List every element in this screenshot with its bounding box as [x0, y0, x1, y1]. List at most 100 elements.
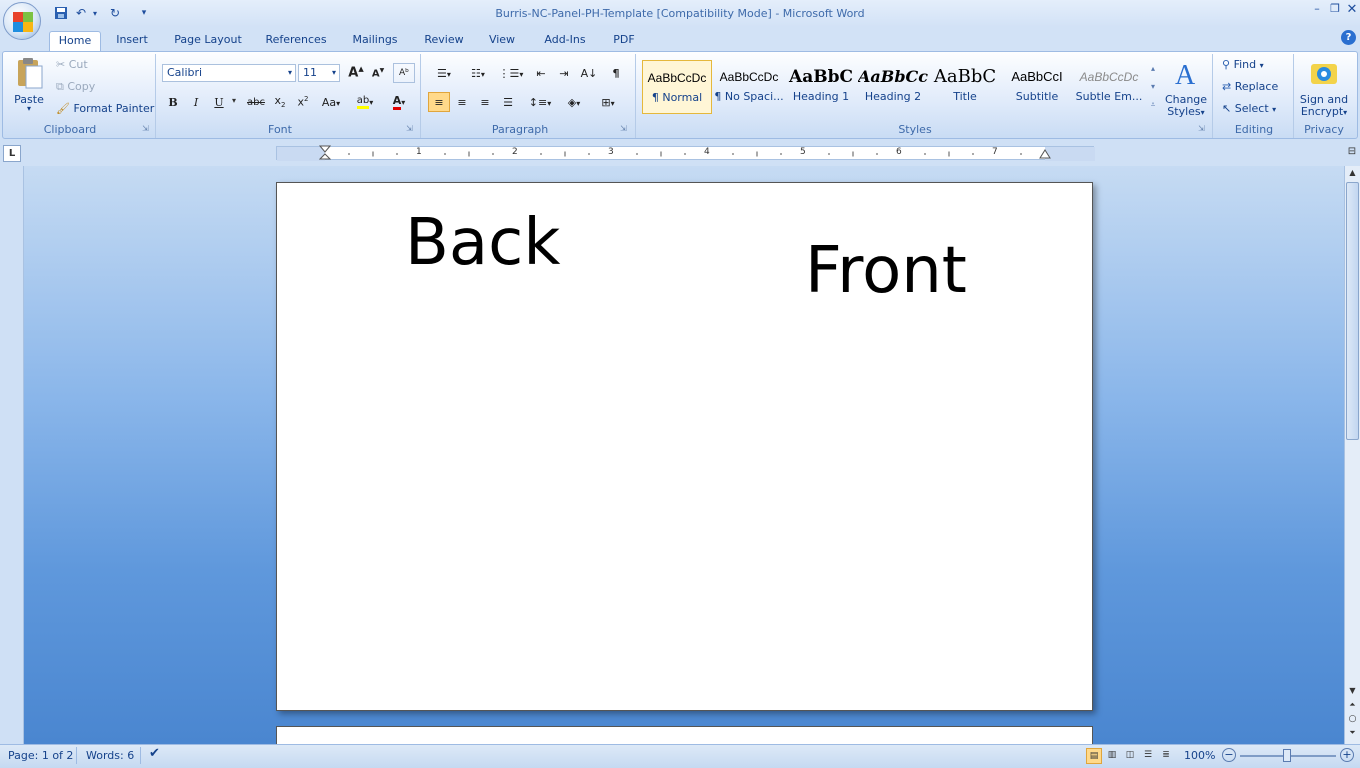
decrease-indent-button[interactable]: ⇤ — [530, 63, 552, 83]
show-hide-button[interactable]: ¶ — [605, 63, 627, 83]
tab-home[interactable]: Home — [49, 31, 101, 51]
increase-indent-button[interactable]: ⇥ — [553, 63, 575, 83]
scroll-down-button[interactable]: ▼ — [1346, 686, 1359, 698]
office-button[interactable] — [3, 2, 41, 40]
styles-gallery-scroll[interactable]: ▴ ▾ ⩡ — [1147, 60, 1159, 114]
style-normal[interactable]: AaBbCcDc ¶ Normal — [642, 60, 712, 114]
style-heading-1[interactable]: AaBbC Heading 1 — [786, 60, 856, 114]
tab-review[interactable]: Review — [418, 31, 470, 51]
change-case-button[interactable]: Aa▾ — [317, 92, 345, 112]
tab-references[interactable]: References — [260, 31, 332, 51]
clipboard-launcher[interactable]: ⇲ — [142, 124, 149, 133]
page-count[interactable]: Page: 1 of 2 — [8, 749, 73, 762]
clear-formatting-icon: Aᵇ — [398, 68, 409, 78]
save-button[interactable] — [52, 4, 70, 22]
multilevel-list-button[interactable]: ⋮☰▾ — [496, 63, 526, 83]
format-painter-button[interactable]: 🖌 Format Painter — [56, 102, 154, 115]
clear-formatting-button[interactable]: Aᵇ — [393, 63, 415, 83]
print-layout-button[interactable]: ▤ — [1086, 748, 1102, 764]
line-spacing-button[interactable]: ↕≡▾ — [526, 92, 554, 112]
zoom-out-button[interactable]: − — [1222, 748, 1236, 762]
select-button[interactable]: ↖ Select ▾ — [1222, 102, 1276, 115]
undo-dropdown[interactable]: ▾ — [90, 4, 100, 22]
subscript-button[interactable]: x2 — [269, 92, 291, 112]
style-subtle-emphasis[interactable]: AaBbCcDc Subtle Em... — [1074, 60, 1144, 114]
tab-selector-button[interactable]: L — [3, 145, 21, 162]
style-subtitle[interactable]: AaBbCcI Subtitle — [1002, 60, 1072, 114]
tab-add-ins[interactable]: Add-Ins — [536, 31, 594, 51]
select-browse-object-button[interactable]: ○ — [1346, 714, 1359, 726]
sign-encrypt-button[interactable]: Sign and Encrypt▾ — [1296, 56, 1352, 120]
cut-button[interactable]: ✂ Cut — [56, 58, 88, 71]
borders-button[interactable]: ⊞▾ — [594, 92, 622, 112]
italic-button[interactable]: I — [185, 92, 207, 112]
tab-insert[interactable]: Insert — [110, 31, 154, 51]
maximize-button[interactable]: ❐ — [1326, 2, 1344, 16]
style-no-spacing[interactable]: AaBbCcDc ¶ No Spaci... — [714, 60, 784, 114]
document-page[interactable]: Back Front — [276, 182, 1093, 711]
style-name: Heading 2 — [864, 90, 922, 103]
redo-button[interactable]: ↻ — [106, 4, 124, 22]
shading-button[interactable]: ◈▾ — [560, 92, 588, 112]
bullets-button[interactable]: ☰▾ — [428, 63, 460, 83]
scrollbar-thumb[interactable] — [1346, 182, 1359, 440]
web-layout-button[interactable]: ◫ — [1122, 748, 1138, 764]
dialog-launcher-icon: ⇲ — [1198, 124, 1205, 133]
font-size-combo[interactable]: 11 ▾ — [298, 64, 340, 82]
change-styles-button[interactable]: A Change Styles▾ — [1163, 56, 1209, 120]
zoom-in-button[interactable]: + — [1340, 748, 1354, 762]
align-right-button[interactable]: ≡ — [474, 92, 496, 112]
tab-pdf[interactable]: PDF — [607, 31, 641, 51]
tab-page-layout[interactable]: Page Layout — [168, 31, 248, 51]
tab-mailings[interactable]: Mailings — [345, 31, 405, 51]
styles-launcher[interactable]: ⇲ — [1198, 124, 1205, 133]
document-text-back[interactable]: Back — [405, 211, 560, 275]
svg-text:A: A — [1175, 60, 1196, 90]
sort-button[interactable]: A↓ — [578, 63, 600, 83]
word-count[interactable]: Words: 6 — [86, 749, 134, 762]
proofing-button[interactable]: ✔ — [149, 746, 160, 761]
zoom-slider-thumb[interactable] — [1283, 749, 1291, 762]
view-ruler-button[interactable]: ⊟ — [1345, 146, 1359, 162]
align-center-button[interactable]: ≡ — [451, 92, 473, 112]
numbering-button[interactable]: ☷▾ — [462, 63, 494, 83]
help-button[interactable]: ? — [1341, 30, 1356, 45]
tab-view[interactable]: View — [482, 31, 522, 51]
font-color-button[interactable]: A ▾ — [384, 92, 414, 112]
style-heading-2[interactable]: AaBbCc Heading 2 — [858, 60, 928, 114]
paste-button[interactable]: Paste ▾ — [8, 56, 50, 118]
close-button[interactable]: ✕ — [1343, 2, 1360, 17]
right-indent-marker-icon[interactable] — [1039, 149, 1051, 159]
underline-dropdown[interactable]: ▾ — [232, 96, 236, 105]
scroll-up-button[interactable]: ▲ — [1346, 168, 1359, 180]
zoom-level[interactable]: 100% — [1184, 749, 1215, 762]
superscript-button[interactable]: x2 — [292, 92, 314, 112]
strikethrough-button[interactable]: abc — [245, 92, 267, 112]
align-left-button[interactable]: ≡ — [428, 92, 450, 112]
customize-qat-button[interactable]: ▾ — [135, 4, 153, 22]
font-launcher[interactable]: ⇲ — [406, 124, 413, 133]
grow-font-button[interactable]: A▲ — [345, 63, 367, 83]
document-text-front[interactable]: Front — [805, 239, 967, 303]
indent-marker-icon[interactable] — [319, 145, 331, 163]
document-page-2[interactable] — [276, 726, 1093, 746]
replace-button[interactable]: ⇄ Replace — [1222, 80, 1278, 93]
draft-button[interactable]: ≣ — [1158, 748, 1174, 764]
undo-button[interactable]: ↶ — [72, 4, 90, 22]
previous-page-button[interactable]: ⏶ — [1346, 700, 1359, 712]
copy-button[interactable]: ⧉ Copy — [56, 80, 95, 94]
outline-button[interactable]: ☰ — [1140, 748, 1156, 764]
font-name-combo[interactable]: Calibri ▾ — [162, 64, 296, 82]
bold-button[interactable]: B — [162, 92, 184, 112]
full-screen-reading-button[interactable]: ▥ — [1104, 748, 1120, 764]
underline-button[interactable]: U — [208, 92, 230, 112]
next-page-button[interactable]: ⏷ — [1346, 728, 1359, 740]
highlight-button[interactable]: ab ▾ — [350, 92, 380, 112]
justify-button[interactable]: ☰ — [497, 92, 519, 112]
horizontal-ruler[interactable]: 1 2 3 4 5 6 7 — [276, 145, 1095, 163]
find-button[interactable]: ⚲ Find ▾ — [1222, 58, 1264, 71]
style-title[interactable]: AaBbC Title — [930, 60, 1000, 114]
minimize-button[interactable]: – — [1308, 2, 1326, 16]
paragraph-launcher[interactable]: ⇲ — [620, 124, 627, 133]
shrink-font-button[interactable]: A▼ — [367, 63, 389, 83]
